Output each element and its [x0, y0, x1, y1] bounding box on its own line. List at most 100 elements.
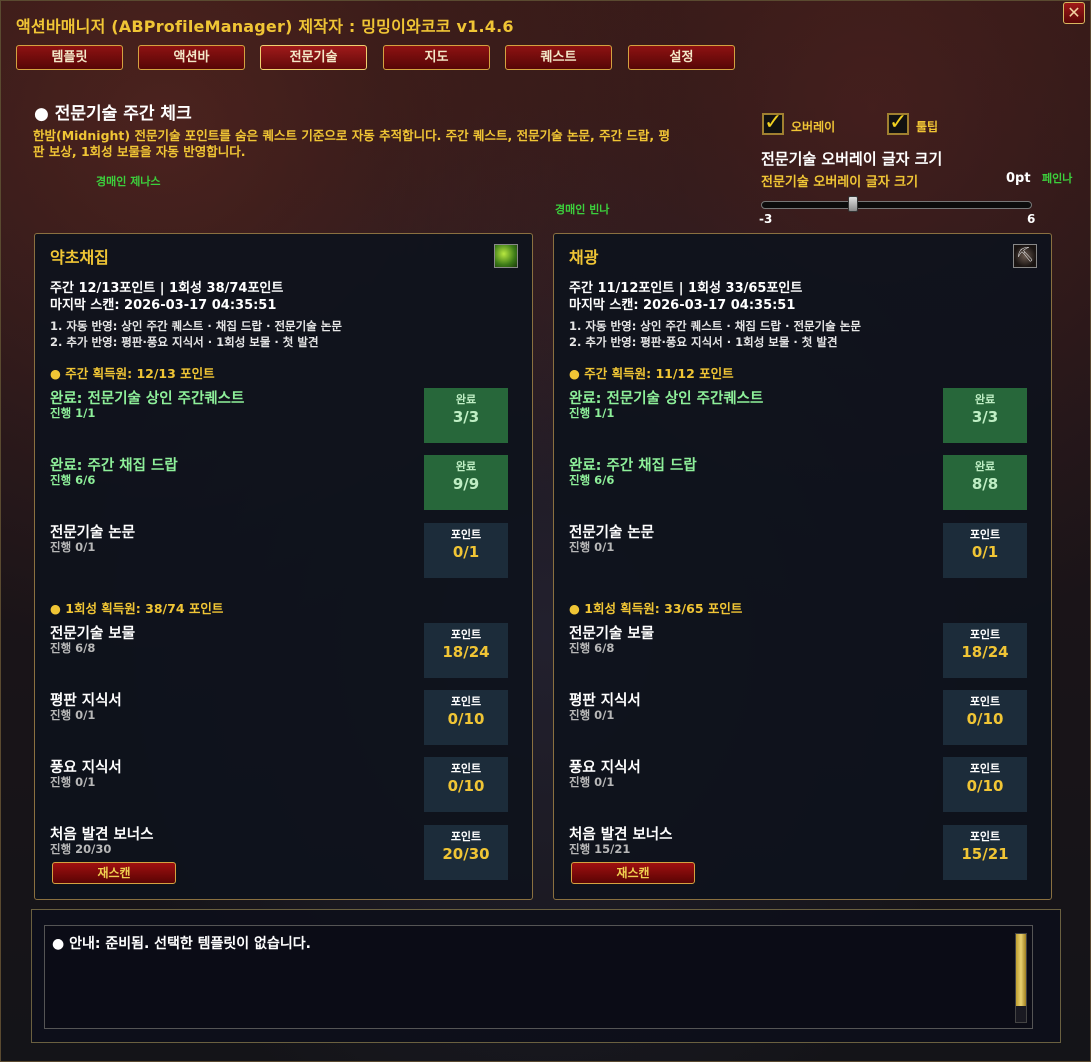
note-line: 2. 추가 반영: 평판·풍요 지식서 · 1회성 보물 · 첫 발견	[50, 335, 319, 349]
badge-value: 0/10	[447, 777, 485, 795]
badge-value: 18/24	[442, 643, 490, 661]
panel-title: 채광	[569, 248, 599, 267]
onetime-item-progress: 진행 15/21	[569, 842, 631, 856]
badge-value: 15/21	[961, 845, 1009, 863]
onetime-item-progress: 진행 0/1	[50, 708, 96, 722]
onetime-item-progress: 진행 0/1	[569, 708, 615, 722]
weekly-item-progress: 진행 6/6	[50, 473, 96, 487]
background-npc-label: 경매인 빈나	[555, 203, 610, 216]
onetime-item-badge: 포인트 0/10	[424, 757, 508, 812]
weekly-item-progress: 진행 0/1	[569, 540, 615, 554]
onetime-header: ● 1회성 획득원: 33/65 포인트	[569, 601, 743, 616]
weekly-item-badge: 완료 8/8	[943, 455, 1027, 510]
badge-value: 18/24	[961, 643, 1009, 661]
weekly-item-badge: 완료 3/3	[424, 388, 508, 443]
onetime-header: ● 1회성 획득원: 38/74 포인트	[50, 601, 224, 616]
tab-quest[interactable]: 퀘스트	[505, 45, 612, 70]
font-size-slider[interactable]	[761, 201, 1032, 209]
slider-min-label: -3	[759, 212, 773, 226]
section-title: ● 전문기술 주간 체크	[34, 104, 192, 124]
last-scan: 마지막 스캔: 2026-03-17 04:35:51	[50, 298, 277, 313]
note-line: 1. 자동 반영: 상인 주간 퀘스트 · 채집 드랍 · 전문기술 논문	[50, 319, 342, 333]
background-npc-label: 페인나	[1042, 172, 1073, 185]
onetime-item-progress: 진행 6/8	[50, 641, 96, 655]
font-size-title: 전문기술 오버레이 글자 크기	[761, 150, 943, 168]
last-scan: 마지막 스캔: 2026-03-17 04:35:51	[569, 298, 796, 313]
onetime-item-badge: 포인트 15/21	[943, 825, 1027, 880]
status-log-message: ● 안내: 준비됨. 선택한 템플릿이 없습니다.	[52, 936, 311, 952]
onetime-item-badge: 포인트 0/10	[424, 690, 508, 745]
badge-label: 완료	[455, 393, 477, 406]
badge-label: 완료	[455, 460, 477, 473]
tab-settings[interactable]: 설정	[628, 45, 735, 70]
badge-label: 포인트	[450, 762, 482, 775]
badge-label: 포인트	[969, 695, 1001, 708]
badge-value: 3/3	[971, 408, 999, 426]
tooltip-checkbox[interactable]: ✓	[887, 110, 909, 135]
onetime-item-badge: 포인트 18/24	[424, 623, 508, 678]
background-npc-label: 경매인 제나스	[96, 175, 161, 188]
weekly-item-progress: 진행 1/1	[50, 406, 96, 420]
weekly-header: ● 주간 획득원: 12/13 포인트	[50, 366, 215, 381]
tab-actionbar[interactable]: 액션바	[138, 45, 245, 70]
onetime-item-badge: 포인트 18/24	[943, 623, 1027, 678]
onetime-item-progress: 진행 0/1	[50, 775, 96, 789]
onetime-item-progress: 진행 6/8	[569, 641, 615, 655]
badge-label: 포인트	[450, 695, 482, 708]
font-size-slider-thumb[interactable]	[848, 196, 858, 212]
note-line: 1. 자동 반영: 상인 주간 퀘스트 · 채집 드랍 · 전문기술 논문	[569, 319, 861, 333]
onetime-item-badge: 포인트 0/10	[943, 690, 1027, 745]
weekly-item-badge: 완료 9/9	[424, 455, 508, 510]
weekly-item-progress: 진행 6/6	[569, 473, 615, 487]
font-size-value: 0pt	[1006, 171, 1031, 186]
badge-label: 포인트	[969, 830, 1001, 843]
overlay-checkbox-label: 오버레이	[791, 120, 836, 134]
badge-value: 0/1	[452, 543, 480, 561]
weekly-item-progress: 진행 0/1	[50, 540, 96, 554]
checkmark-icon: ✓	[764, 110, 783, 135]
window-title: 액션바매니저 (ABProfileManager) 제작자 : 밍밍이와코코 v…	[16, 17, 514, 36]
badge-label: 포인트	[450, 528, 482, 541]
badge-value: 20/30	[442, 845, 490, 863]
tab-map[interactable]: 지도	[383, 45, 490, 70]
profession-panel-mining: 채광 ⛏ 주간 11/12포인트 | 1회성 33/65포인트 마지막 스캔: …	[553, 233, 1052, 900]
weekly-item-badge: 완료 3/3	[943, 388, 1027, 443]
panel-title: 약초채집	[50, 248, 109, 267]
overlay-checkbox[interactable]: ✓	[762, 110, 784, 135]
section-description: 한밤(Midnight) 전문기술 포인트를 숨은 퀘스트 기준으로 자동 추적…	[33, 128, 671, 159]
badge-label: 완료	[974, 460, 996, 473]
badge-value: 0/10	[966, 777, 1004, 795]
close-button[interactable]: ✕	[1063, 2, 1085, 24]
badge-value: 0/10	[447, 710, 485, 728]
herbalism-icon	[494, 244, 518, 268]
weekly-item-badge: 포인트 0/1	[943, 523, 1027, 578]
mining-pick-icon: ⛏	[1013, 244, 1037, 268]
weekly-header: ● 주간 획득원: 11/12 포인트	[569, 366, 734, 381]
onetime-item-badge: 포인트 0/10	[943, 757, 1027, 812]
profession-panel-herbalism: 약초채집 주간 12/13포인트 | 1회성 38/74포인트 마지막 스캔: …	[34, 233, 533, 900]
badge-value: 9/9	[452, 475, 480, 493]
badge-value: 0/10	[966, 710, 1004, 728]
tooltip-checkbox-label: 툴팁	[916, 120, 939, 134]
tab-profession[interactable]: 전문기술	[260, 45, 367, 70]
onetime-item-progress: 진행 20/30	[50, 842, 112, 856]
badge-label: 포인트	[969, 528, 1001, 541]
checkmark-icon: ✓	[889, 110, 908, 135]
weekly-item-badge: 포인트 0/1	[424, 523, 508, 578]
badge-value: 3/3	[452, 408, 480, 426]
slider-max-label: 6	[1027, 212, 1036, 226]
onetime-item-progress: 진행 0/1	[569, 775, 615, 789]
note-line: 2. 추가 반영: 평판·풍요 지식서 · 1회성 보물 · 첫 발견	[569, 335, 838, 349]
badge-label: 포인트	[450, 830, 482, 843]
rescan-button[interactable]: 재스캔	[52, 862, 176, 884]
log-scrollbar-thumb[interactable]	[1016, 934, 1026, 1006]
font-size-label: 전문기술 오버레이 글자 크기	[761, 175, 919, 190]
badge-label: 포인트	[969, 762, 1001, 775]
badge-value: 8/8	[971, 475, 999, 493]
badge-value: 0/1	[971, 543, 999, 561]
tab-template[interactable]: 템플릿	[16, 45, 123, 70]
badge-label: 포인트	[450, 628, 482, 641]
badge-label: 완료	[974, 393, 996, 406]
badge-label: 포인트	[969, 628, 1001, 641]
rescan-button[interactable]: 재스캔	[571, 862, 695, 884]
